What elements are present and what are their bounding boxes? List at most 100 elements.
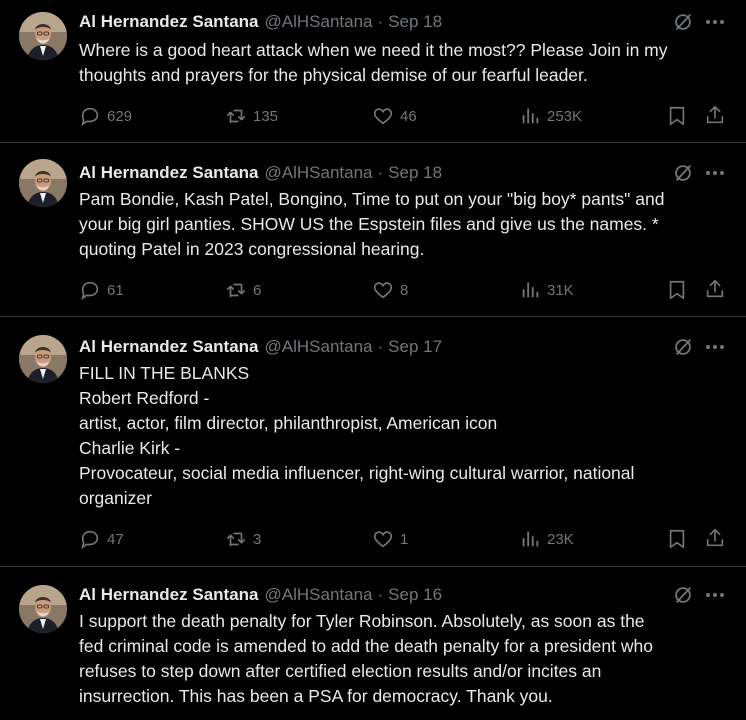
grok-icon[interactable]: [672, 584, 694, 606]
separator-dot: ·: [377, 12, 384, 31]
reply-icon: [81, 107, 99, 127]
separator-dot: ·: [377, 337, 384, 356]
like-icon: [373, 531, 393, 548]
like-icon: [373, 108, 393, 125]
bookmark-icon[interactable]: [666, 105, 688, 127]
tweet[interactable]: Al Hernandez Santana @AlHSantana · Sep 1…: [0, 318, 746, 567]
repost-count: 135: [253, 107, 279, 125]
tweet-text-line: quoting Patel in 2023 congressional hear…: [79, 239, 425, 259]
avatar-image: [19, 159, 67, 207]
like-button[interactable]: 46: [372, 104, 417, 128]
repost-button[interactable]: 3: [225, 527, 261, 551]
tweet-text: FILL IN THE BLANKS Robert Redford - arti…: [79, 361, 729, 511]
reply-icon: [81, 530, 99, 550]
share-icon[interactable]: [704, 104, 726, 126]
tweet-text-line: fed criminal code is amended to add the …: [79, 636, 653, 656]
tweet-date[interactable]: Sep 18: [388, 12, 442, 32]
tweet-date[interactable]: Sep 18: [388, 163, 442, 183]
avatar-image: [19, 585, 67, 633]
views-icon: [522, 108, 539, 124]
like-button[interactable]: 8: [372, 278, 408, 302]
repost-button[interactable]: 6: [225, 278, 261, 302]
tweet[interactable]: Al Hernandez Santana @AlHSantana · Sep 1…: [0, 144, 746, 317]
repost-icon: [226, 283, 246, 298]
tweet-actions: 47 3 1 23K: [79, 527, 729, 551]
tweet-text: I support the death penalty for Tyler Ro…: [79, 609, 729, 709]
tweet-text-line: thoughts and prayers for the physical de…: [79, 65, 588, 85]
views-button[interactable]: 23K: [519, 527, 574, 551]
reply-button[interactable]: 629: [79, 104, 132, 128]
reply-count: 47: [107, 530, 124, 548]
repost-button[interactable]: 135: [225, 104, 278, 128]
reply-button[interactable]: 61: [79, 278, 124, 302]
like-count: 1: [400, 530, 409, 548]
tweet[interactable]: Al Hernandez Santana @AlHSantana · Sep 1…: [0, 568, 746, 720]
avatar[interactable]: [19, 585, 67, 633]
author-name[interactable]: Al Hernandez Santana: [79, 163, 259, 183]
tweet-date[interactable]: Sep 17: [388, 337, 442, 357]
views-icon: [522, 531, 539, 547]
author-handle[interactable]: @AlHSantana: [265, 585, 373, 605]
tweet-header: Al Hernandez Santana @AlHSantana · Sep 1…: [79, 584, 442, 606]
reply-icon: [81, 281, 99, 301]
tweet-actions: 629 135 46 253K: [79, 104, 729, 128]
views-count: 31K: [547, 281, 574, 299]
author-handle[interactable]: @AlHSantana: [265, 163, 373, 183]
tweet-text-line: artist, actor, film director, philanthro…: [79, 413, 498, 433]
bookmark-icon[interactable]: [666, 279, 688, 301]
views-button[interactable]: 31K: [519, 278, 574, 302]
tweet-text-line: organizer: [79, 488, 152, 508]
separator-dot: ·: [377, 585, 384, 604]
tweet-date[interactable]: Sep 16: [388, 585, 442, 605]
avatar-image: [19, 335, 67, 383]
repost-count: 6: [253, 281, 262, 299]
tweet-text-line: FILL IN THE BLANKS: [79, 363, 250, 383]
reply-button[interactable]: 47: [79, 527, 124, 551]
views-button[interactable]: 253K: [519, 104, 582, 128]
like-count: 8: [400, 281, 409, 299]
author-handle[interactable]: @AlHSantana: [265, 12, 373, 32]
views-count: 253K: [547, 107, 583, 125]
tweet[interactable]: Al Hernandez Santana @AlHSantana · Sep 1…: [0, 0, 746, 143]
repost-icon: [226, 532, 246, 547]
repost-icon: [226, 109, 246, 124]
tweet-text-line: refuses to step down after certified ele…: [79, 661, 602, 681]
reply-count: 61: [107, 281, 124, 299]
views-icon: [522, 282, 539, 298]
more-icon[interactable]: [703, 162, 727, 184]
avatar[interactable]: [19, 159, 67, 207]
share-icon[interactable]: [704, 278, 726, 300]
author-handle[interactable]: @AlHSantana: [265, 337, 373, 357]
author-name[interactable]: Al Hernandez Santana: [79, 585, 259, 605]
author-name[interactable]: Al Hernandez Santana: [79, 337, 259, 357]
more-icon[interactable]: [703, 11, 727, 33]
tweet-text-line: your big girl panties. SHOW US the Espst…: [79, 214, 659, 234]
avatar[interactable]: [19, 335, 67, 383]
author-name[interactable]: Al Hernandez Santana: [79, 12, 259, 32]
tweet-text: Pam Bondie, Kash Patel, Bongino, Time to…: [79, 187, 729, 262]
tweet-text-line: Provocateur, social media influencer, ri…: [79, 463, 635, 483]
more-icon[interactable]: [703, 336, 727, 358]
avatar-image: [19, 12, 67, 60]
bookmark-icon[interactable]: [666, 528, 688, 550]
tweet-header: Al Hernandez Santana @AlHSantana · Sep 1…: [79, 162, 442, 184]
grok-icon[interactable]: [672, 162, 694, 184]
reply-count: 629: [107, 107, 133, 125]
separator-dot: ·: [377, 163, 384, 182]
like-button[interactable]: 1: [372, 527, 408, 551]
tweet-text-line: Robert Redford -: [79, 388, 210, 408]
tweet-text-line: Charlie Kirk -: [79, 438, 181, 458]
like-icon: [373, 282, 393, 299]
views-count: 23K: [547, 530, 574, 548]
tweet-header: Al Hernandez Santana @AlHSantana · Sep 1…: [79, 336, 442, 358]
tweet-text-line: Where is a good heart attack when we nee…: [79, 40, 668, 60]
like-count: 46: [400, 107, 417, 125]
share-icon[interactable]: [704, 527, 726, 549]
tweet-text-line: I support the death penalty for Tyler Ro…: [79, 611, 645, 631]
grok-icon[interactable]: [672, 336, 694, 358]
grok-icon[interactable]: [672, 11, 694, 33]
more-icon[interactable]: [703, 584, 727, 606]
avatar[interactable]: [19, 12, 67, 60]
tweet-header: Al Hernandez Santana @AlHSantana · Sep 1…: [79, 11, 442, 33]
tweet-text: Where is a good heart attack when we nee…: [79, 38, 729, 88]
